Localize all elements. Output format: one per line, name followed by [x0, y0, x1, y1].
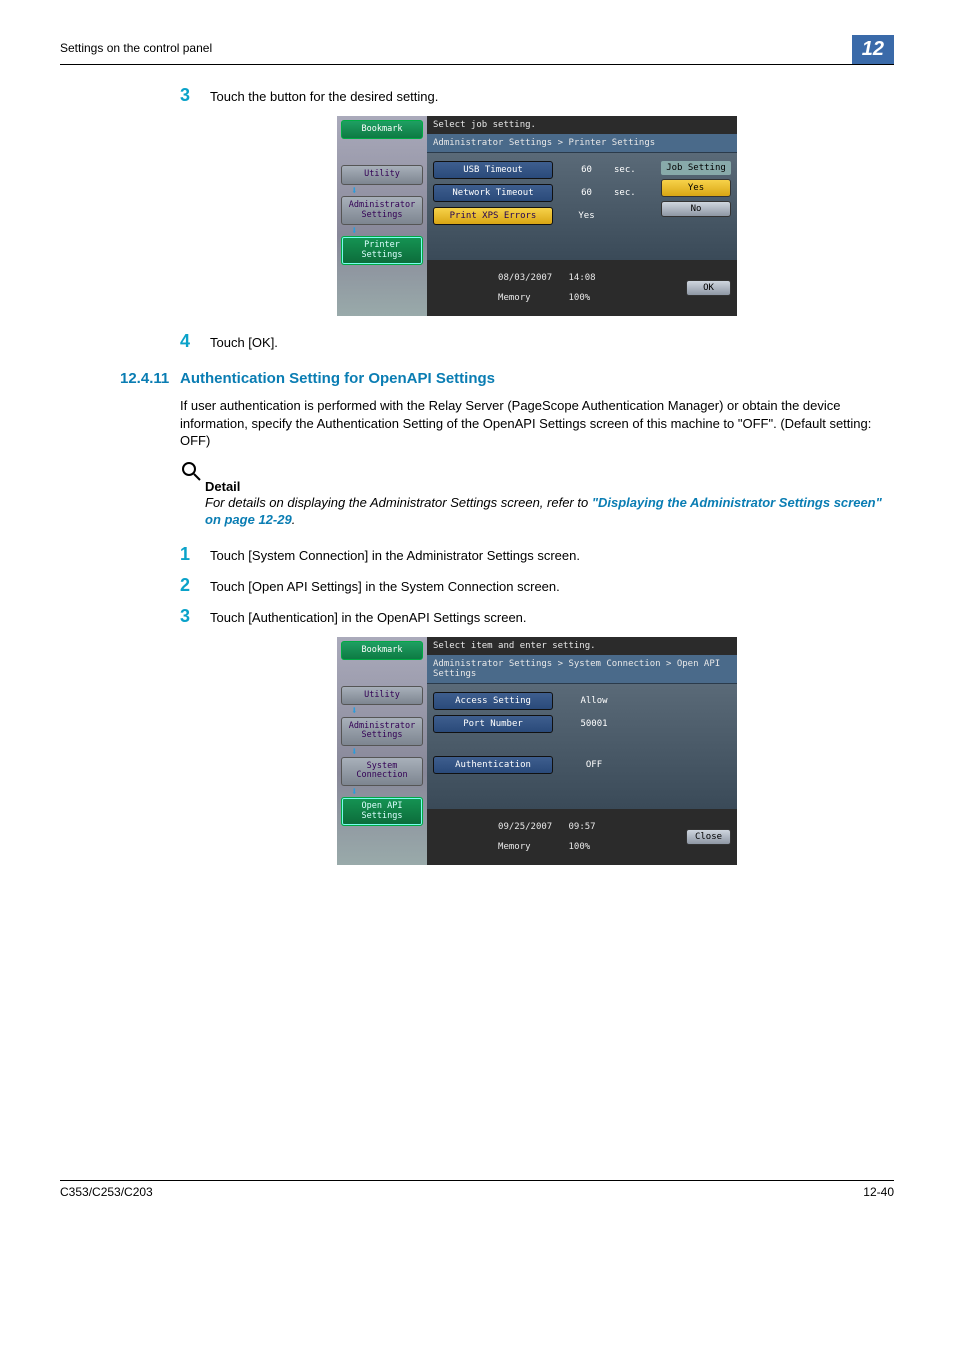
- section-number: 12.4.11: [120, 370, 180, 387]
- usb-timeout-button[interactable]: USB Timeout: [433, 161, 553, 179]
- detail-period: .: [292, 512, 296, 527]
- arrow-icon: ⬇: [351, 188, 423, 194]
- magnifier-icon: [180, 460, 202, 482]
- authentication-value: OFF: [559, 760, 629, 770]
- status-memory-label: Memory: [498, 842, 531, 852]
- step-text: Touch the button for the desired setting…: [210, 85, 438, 106]
- status-bar: 08/03/2007 14:08 Memory 100% OK: [427, 260, 737, 316]
- job-setting-title: Job Setting: [661, 161, 731, 175]
- screenshot-sidebar: Bookmark Utility ⬇ Administrator Setting…: [337, 116, 427, 316]
- step-number: 3: [180, 85, 210, 106]
- screenshot-sidebar: Bookmark Utility ⬇ Administrator Setting…: [337, 637, 427, 865]
- breadcrumb: Administrator Settings > System Connecti…: [427, 655, 737, 684]
- chapter-number: 12: [852, 35, 894, 64]
- step-text: Touch [OK].: [210, 331, 278, 352]
- admin-settings-crumb[interactable]: Administrator Settings: [341, 196, 423, 225]
- page-header: Settings on the control panel 12: [60, 35, 894, 65]
- step-3: 3 Touch the button for the desired setti…: [180, 85, 894, 106]
- screenshot-title: Select item and enter setting.: [427, 637, 737, 655]
- detail-text-pre: For details on displaying the Administra…: [205, 495, 592, 510]
- port-number-button[interactable]: Port Number: [433, 715, 553, 733]
- footer-page-number: 12-40: [863, 1185, 894, 1199]
- status-memory-value: 100%: [568, 293, 590, 303]
- network-timeout-button[interactable]: Network Timeout: [433, 184, 553, 202]
- open-api-settings-crumb[interactable]: Open API Settings: [341, 797, 423, 826]
- step-text: Touch [System Connection] in the Adminis…: [210, 544, 580, 565]
- ok-button[interactable]: OK: [686, 280, 731, 296]
- print-xps-errors-value: Yes: [559, 211, 614, 221]
- status-memory-label: Memory: [498, 293, 531, 303]
- network-timeout-value: 60: [559, 188, 614, 198]
- setting-row: Authentication OFF: [433, 756, 731, 774]
- bookmark-button[interactable]: Bookmark: [341, 120, 423, 139]
- detail-title: Detail: [205, 479, 894, 494]
- step-2b: 2 Touch [Open API Settings] in the Syste…: [180, 575, 894, 596]
- arrow-icon: ⬇: [351, 708, 423, 714]
- bookmark-button[interactable]: Bookmark: [341, 641, 423, 660]
- setting-row: Port Number 50001: [433, 715, 731, 733]
- access-setting-value: Allow: [559, 696, 629, 706]
- utility-crumb[interactable]: Utility: [341, 686, 423, 705]
- step-text: Touch [Open API Settings] in the System …: [210, 575, 560, 596]
- unit-label: sec.: [614, 165, 639, 175]
- detail-body: For details on displaying the Administra…: [205, 494, 894, 529]
- yes-button[interactable]: Yes: [661, 179, 731, 197]
- system-connection-crumb[interactable]: System Connection: [341, 757, 423, 786]
- step-number: 2: [180, 575, 210, 596]
- no-button[interactable]: No: [661, 201, 731, 217]
- close-button[interactable]: Close: [686, 829, 731, 845]
- status-time: 14:08: [568, 273, 595, 283]
- setting-row: Access Setting Allow: [433, 692, 731, 710]
- detail-note: Detail For details on displaying the Adm…: [180, 460, 894, 529]
- printer-settings-crumb[interactable]: Printer Settings: [341, 236, 423, 265]
- arrow-icon: ⬇: [351, 789, 423, 795]
- screenshot-title: Select job setting.: [427, 116, 737, 134]
- screenshot-printer-settings: Bookmark Utility ⬇ Administrator Setting…: [337, 116, 737, 316]
- step-1b: 1 Touch [System Connection] in the Admin…: [180, 544, 894, 565]
- right-column: Job Setting Yes No: [661, 161, 731, 217]
- status-date: 08/03/2007: [498, 273, 552, 283]
- port-number-value: 50001: [559, 719, 629, 729]
- header-section-title: Settings on the control panel: [60, 41, 852, 59]
- status-date: 09/25/2007: [498, 822, 552, 832]
- status-time: 09:57: [568, 822, 595, 832]
- arrow-icon: ⬇: [351, 749, 423, 755]
- print-xps-errors-button[interactable]: Print XPS Errors: [433, 207, 553, 225]
- section-heading: 12.4.11 Authentication Setting for OpenA…: [120, 370, 894, 387]
- access-setting-button[interactable]: Access Setting: [433, 692, 553, 710]
- screenshot-openapi-settings: Bookmark Utility ⬇ Administrator Setting…: [337, 637, 737, 865]
- section-title: Authentication Setting for OpenAPI Setti…: [180, 370, 495, 387]
- admin-settings-crumb[interactable]: Administrator Settings: [341, 717, 423, 746]
- paragraph: If user authentication is performed with…: [180, 397, 894, 450]
- unit-label: sec.: [614, 188, 639, 198]
- step-3b: 3 Touch [Authentication] in the OpenAPI …: [180, 606, 894, 627]
- step-4: 4 Touch [OK].: [180, 331, 894, 352]
- step-number: 3: [180, 606, 210, 627]
- authentication-button[interactable]: Authentication: [433, 756, 553, 774]
- breadcrumb: Administrator Settings > Printer Setting…: [427, 134, 737, 153]
- utility-crumb[interactable]: Utility: [341, 165, 423, 184]
- usb-timeout-value: 60: [559, 165, 614, 175]
- step-text: Touch [Authentication] in the OpenAPI Se…: [210, 606, 527, 627]
- step-number: 1: [180, 544, 210, 565]
- status-bar: 09/25/2007 09:57 Memory 100% Close: [427, 809, 737, 865]
- status-memory-value: 100%: [568, 842, 590, 852]
- footer-model: C353/C253/C203: [60, 1185, 153, 1199]
- step-number: 4: [180, 331, 210, 352]
- arrow-icon: ⬇: [351, 228, 423, 234]
- page-footer: C353/C253/C203 12-40: [60, 1180, 894, 1199]
